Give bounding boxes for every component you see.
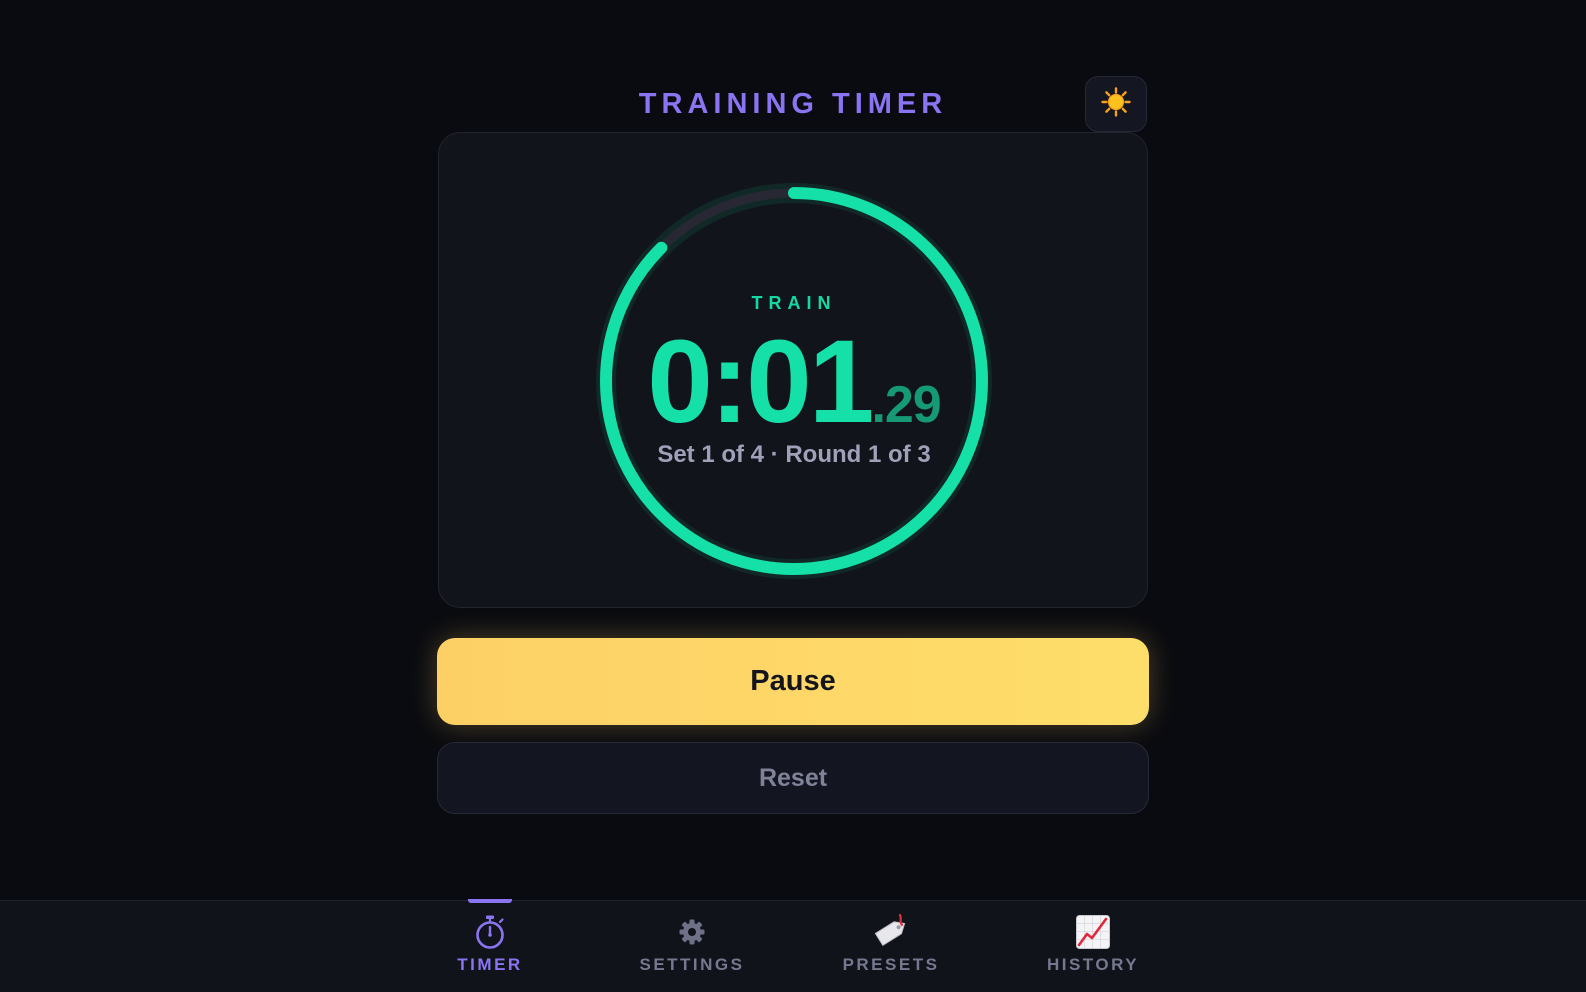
time-display: 0:01.29 [439,323,1149,441]
active-tab-indicator [468,899,512,903]
time-main: 0:01 [647,316,874,448]
tab-presets-label: PRESETS [842,955,940,974]
tab-history[interactable]: HISTORY [1013,901,1173,992]
stopwatch-icon [410,913,570,951]
tab-history-label: HISTORY [1046,955,1140,974]
tab-presets[interactable]: PRESETS [811,901,971,992]
gear-icon [612,913,772,951]
tab-settings-label: SETTINGS [639,955,745,974]
page-title: TRAINING TIMER [638,88,948,120]
phase-label: TRAIN [751,293,837,313]
bookmark-tag-icon [811,913,971,951]
pause-button[interactable]: Pause [437,638,1149,725]
tab-timer[interactable]: TIMER [410,899,570,992]
sun-icon [1101,86,1131,122]
theme-toggle-button[interactable] [1085,76,1147,132]
chart-increasing-icon [1013,913,1173,951]
tab-settings[interactable]: SETTINGS [612,901,772,992]
bottom-nav: TIMER SETTINGS PRESETS HISTORY [0,899,1586,992]
tab-timer-label: TIMER [457,955,523,974]
set-round-status: Set 1 of 4 · Round 1 of 3 [657,441,931,468]
reset-button[interactable]: Reset [437,742,1149,814]
timer-card: TRAIN 0:01.29 Set 1 of 4 · Round 1 of 3 [438,132,1148,608]
time-fraction: .29 [871,376,941,434]
